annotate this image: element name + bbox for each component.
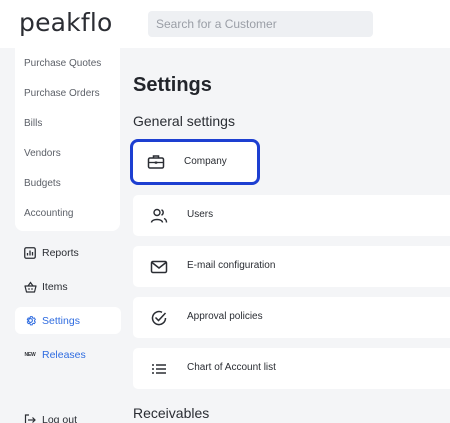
sidebar-item-label: Items (42, 280, 68, 293)
section-heading-receivables: Receivables (133, 405, 210, 421)
settings-card-label: Approval policies (187, 311, 263, 322)
payables-submenu: Purchase Quotes Purchase Orders Bills Ve… (15, 48, 120, 231)
logout-icon (23, 413, 37, 423)
settings-card-approval[interactable]: Approval policies (133, 297, 450, 338)
check-circle-icon (150, 309, 168, 327)
sidebar-item-label: Settings (42, 314, 80, 327)
sidebar: Purchase Quotes Purchase Orders Bills Ve… (0, 48, 126, 423)
sidebar-item-logout[interactable]: Log out (15, 406, 121, 423)
sidebar-item-reports[interactable]: Reports (15, 239, 121, 266)
settings-card-label: Users (187, 209, 214, 220)
peakflo-logo[interactable]: peakflo (19, 8, 113, 37)
settings-card-label: Company (184, 156, 227, 167)
settings-main: Settings General settings Company Users … (126, 48, 450, 423)
sidebar-item-items[interactable]: Items (15, 273, 121, 300)
sidebar-item-purchase-quotes[interactable]: Purchase Quotes (24, 58, 101, 69)
settings-card-label: E-mail configuration (187, 260, 276, 271)
sidebar-item-releases[interactable]: NEW Releases (15, 341, 121, 368)
settings-card-chart-of-accounts[interactable]: Chart of Account list (133, 348, 450, 389)
top-bar: peakflo (0, 0, 450, 48)
settings-card-company[interactable]: Company (130, 139, 260, 185)
sidebar-item-settings[interactable]: Settings (15, 307, 121, 334)
reports-icon (23, 246, 37, 260)
sidebar-item-label: Reports (42, 246, 79, 259)
list-icon (150, 360, 168, 378)
sidebar-item-bills[interactable]: Bills (24, 118, 42, 129)
settings-card-label: Chart of Account list (187, 362, 276, 373)
sidebar-item-vendors[interactable]: Vendors (24, 148, 61, 159)
settings-card-users[interactable]: Users (133, 195, 450, 236)
sidebar-item-accounting[interactable]: Accounting (24, 208, 73, 219)
mail-icon (150, 258, 168, 276)
settings-card-email[interactable]: E-mail configuration (133, 246, 450, 287)
sidebar-item-budgets[interactable]: Budgets (24, 178, 61, 189)
briefcase-icon (147, 153, 165, 171)
sidebar-item-purchase-orders[interactable]: Purchase Orders (24, 88, 100, 99)
sidebar-item-label: Releases (42, 348, 86, 361)
sidebar-item-label: Log out (42, 413, 78, 423)
new-badge: NEW (24, 351, 36, 358)
users-icon (150, 207, 168, 225)
customer-search-input[interactable] (148, 11, 373, 37)
gear-icon (23, 314, 37, 328)
page-title: Settings (133, 74, 212, 96)
section-heading-general: General settings (133, 113, 235, 129)
basket-icon (23, 280, 37, 294)
